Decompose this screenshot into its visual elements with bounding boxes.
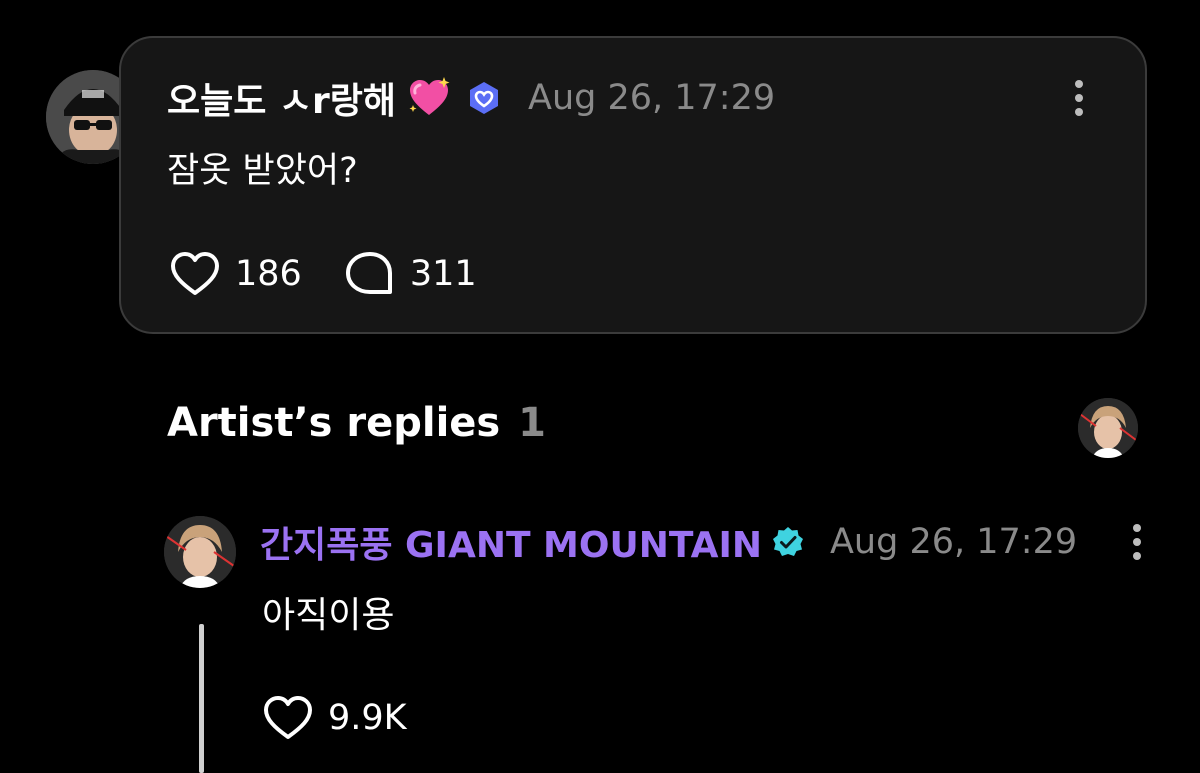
- reply-like-count: 9.9K: [328, 698, 407, 738]
- post-header: 오늘도 ㅅr랑해 Aug 26, 17:29: [167, 72, 775, 124]
- reply-author-name[interactable]: 간지폭풍 GIANT MOUNTAIN: [260, 516, 762, 568]
- reply-header: 간지폭풍 GIANT MOUNTAIN Aug 26, 17:29: [260, 516, 1077, 568]
- heart-outline-icon: [171, 252, 219, 295]
- comment-button[interactable]: 311: [302, 250, 477, 298]
- reply-body-text: 아직이용: [262, 595, 395, 636]
- like-button[interactable]: 186: [169, 250, 302, 298]
- post-body-text: 잠옷 받았어?: [167, 151, 358, 191]
- artist-replies-label: Artist’s replies: [167, 400, 501, 446]
- artist-avatar-small[interactable]: [1078, 398, 1138, 458]
- reply-author-avatar[interactable]: [164, 516, 236, 588]
- sparkling-heart-icon: [409, 77, 450, 115]
- membership-badge-icon: [470, 82, 499, 114]
- comment-count: 311: [409, 254, 477, 294]
- like-count: 186: [235, 254, 302, 294]
- comment-bubble-icon: [345, 252, 392, 294]
- reply-actions: 9.9K: [262, 694, 407, 742]
- artist-replies-heading: Artist’s replies 1: [167, 400, 546, 446]
- post-timestamp: Aug 26, 17:29: [528, 78, 776, 118]
- post-author-name[interactable]: 오늘도 ㅅr랑해: [167, 72, 396, 124]
- thread-line: [199, 624, 204, 773]
- verified-badge-icon: [772, 527, 803, 556]
- reply-like-button[interactable]: 9.9K: [262, 694, 407, 742]
- artist-replies-count: 1: [518, 400, 547, 446]
- weverse-comment-page: 오늘도 ㅅr랑해 Aug 26, 17:29 잠옷 받았어? 186 311 A…: [0, 0, 1200, 773]
- reply-more-options-icon[interactable]: [1132, 522, 1142, 562]
- reply-timestamp: Aug 26, 17:29: [829, 522, 1078, 562]
- more-options-icon[interactable]: [1074, 78, 1084, 118]
- post-card: 오늘도 ㅅr랑해 Aug 26, 17:29 잠옷 받았어? 186 311: [119, 36, 1147, 334]
- post-actions: 186 311: [169, 250, 477, 298]
- heart-outline-icon: [264, 696, 312, 739]
